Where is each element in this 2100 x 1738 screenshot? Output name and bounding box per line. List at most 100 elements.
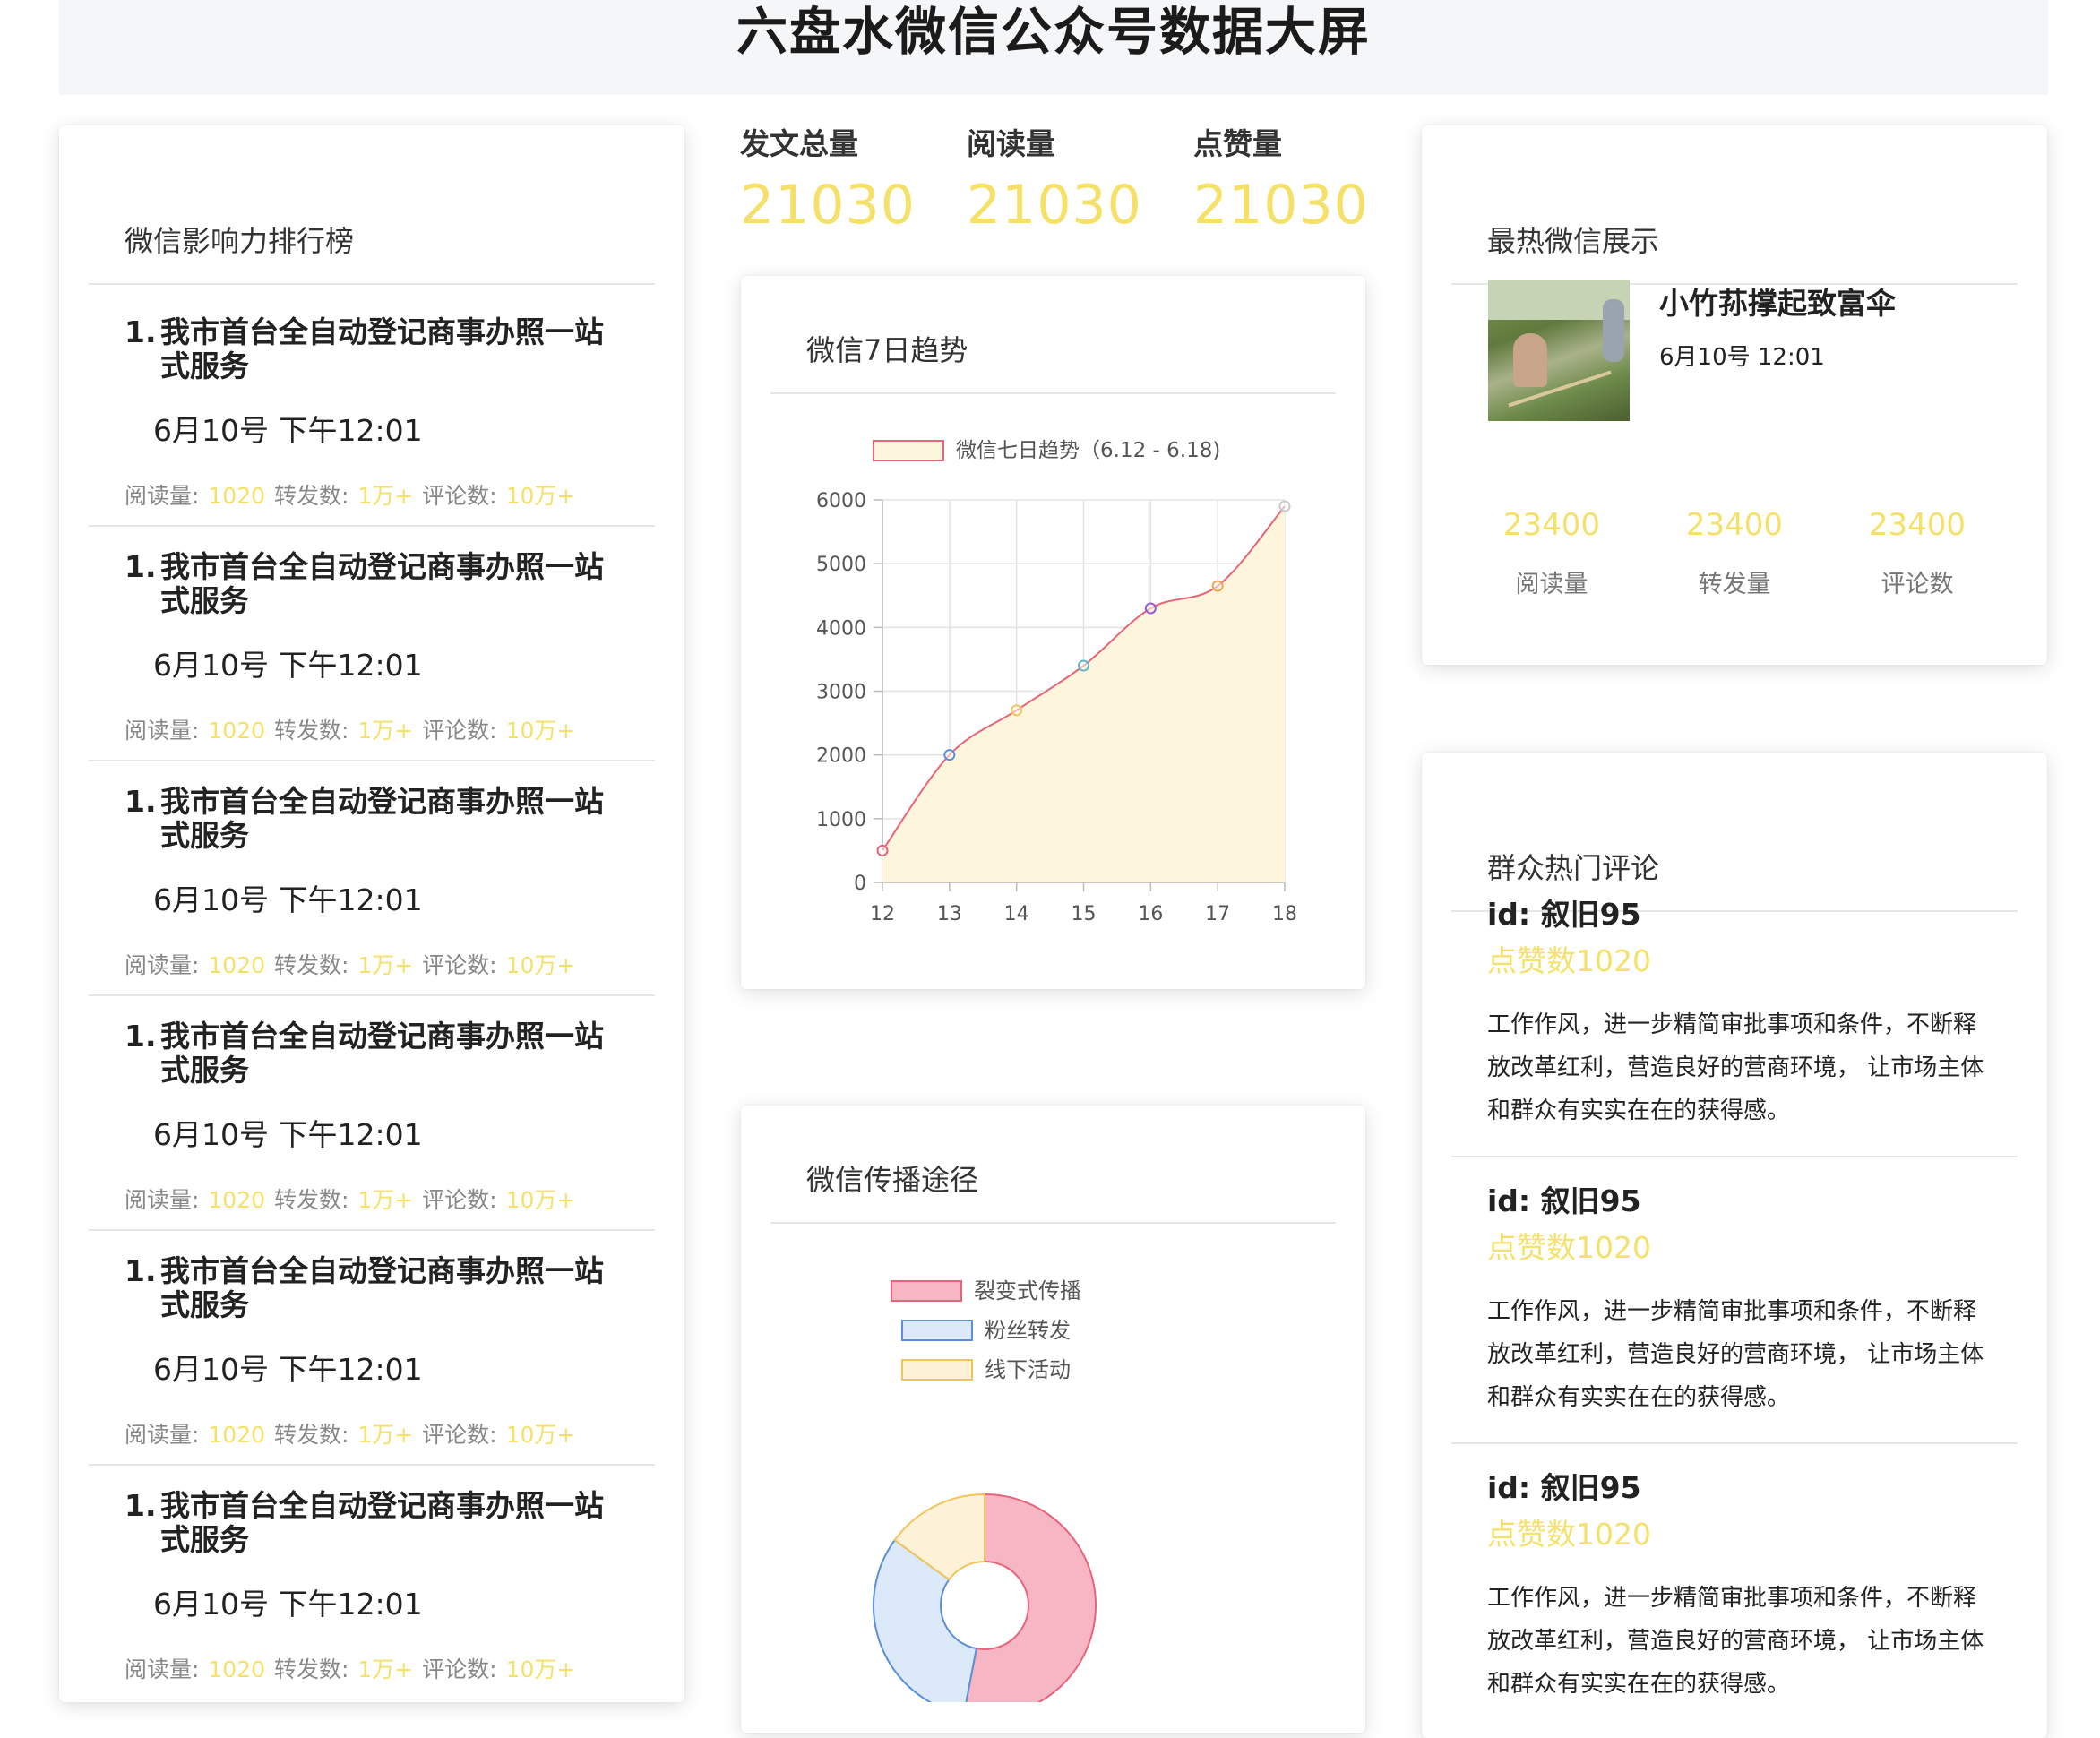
comment-count-value: 10万+: [505, 718, 576, 744]
ranking-list-item[interactable]: 1. 我市首台全自动登记商事办照一站式服务 6月10号 下午12:01 阅读量: 10…: [89, 994, 655, 1231]
y-tick-label: 2000: [816, 745, 866, 768]
share-count-label: 转发数:: [273, 1187, 349, 1213]
read-count-label: 阅读量:: [125, 1187, 200, 1213]
comment-count-label: 评论数:: [422, 1656, 497, 1682]
comment-count-label: 评论数:: [422, 952, 497, 978]
read-count-value: 1020: [208, 1656, 266, 1682]
page-title: 六盘水微信公众号数据大屏: [736, 3, 1371, 62]
ranking-item-headline[interactable]: 我市首台全自动登记商事办照一站式服务: [125, 550, 626, 618]
ranking-item-number: 1.: [125, 549, 157, 584]
read-count-value: 1020: [208, 952, 266, 978]
ranking-item-date: 6月10号 下午12:01: [153, 1117, 423, 1152]
comments-card-header: 群众热门评论: [1451, 753, 2018, 912]
data-point: [943, 749, 956, 761]
share-count-label: 转发数:: [273, 483, 349, 509]
spread-pie-chart: 裂变式传播粉丝转发线下活动: [873, 1278, 1097, 1702]
legend-swatch: [891, 1280, 962, 1302]
ranking-item-headline[interactable]: 我市首台全自动登记商事办照一站式服务: [125, 1254, 626, 1322]
ranking-item-number: 1.: [125, 784, 157, 819]
read-count-value: 1020: [208, 1422, 266, 1448]
read-count-value: 1020: [208, 483, 266, 509]
x-tick-label: 14: [1004, 903, 1029, 925]
comment-count-value: 10万+: [505, 952, 576, 978]
ranking-card: 微信影响力排行榜 1. 我市首台全自动登记商事办照一站式服务 6月10号 下午12:…: [59, 125, 684, 1702]
data-point: [1211, 580, 1224, 592]
hot-stat-label: 评论数: [1881, 571, 1954, 598]
comment-likes: 点赞数1020: [1487, 1230, 1651, 1265]
hot-article-date: 6月10号 12:01: [1659, 344, 1825, 371]
y-tick-label: 0: [854, 873, 866, 895]
chart-legend: 微信七日趋势（6.12 - 6.18): [873, 439, 1220, 462]
ranking-card-header: 微信影响力排行榜: [89, 125, 655, 285]
x-tick-label: 15: [1072, 903, 1097, 925]
stat-value: 21030: [967, 174, 1142, 237]
stat-total-posts: 发文总量 21030: [740, 120, 937, 237]
hot-card-title: 最热微信展示: [1487, 224, 1660, 258]
ranking-item-date: 6月10号 下午12:01: [153, 413, 423, 448]
ranking-item-title[interactable]: 1. 我市首台全自动登记商事办照一站式服务: [125, 1254, 626, 1322]
ranking-item-title[interactable]: 1. 我市首台全自动登记商事办照一站式服务: [125, 550, 626, 618]
pie-legend-item: 线下活动: [901, 1357, 1071, 1382]
data-point: [1278, 500, 1291, 512]
data-point: [876, 844, 889, 856]
spread-card-title: 微信传播途径: [806, 1163, 979, 1197]
y-tick-label: 6000: [816, 490, 866, 512]
y-tick-label: 3000: [816, 682, 866, 704]
ranking-list-item[interactable]: 1. 我市首台全自动登记商事办照一站式服务 6月10号 下午12:01 阅读量: 10…: [89, 1229, 655, 1466]
ranking-item-title[interactable]: 1. 我市首台全自动登记商事办照一站式服务: [125, 315, 626, 383]
legend-swatch: [873, 440, 944, 461]
legend-label: 微信七日趋势（6.12 - 6.18): [956, 439, 1220, 462]
spread-card: 微信传播途径 裂变式传播 粉丝转发 线下活动: [741, 1106, 1365, 1733]
ranking-item-headline[interactable]: 我市首台全自动登记商事办照一站式服务: [125, 1020, 626, 1088]
hot-card-header: 最热微信展示: [1451, 125, 2018, 285]
hot-article-photo[interactable]: [1488, 280, 1630, 421]
read-count-value: 1020: [208, 718, 266, 744]
ranking-item-title[interactable]: 1. 我市首台全自动登记商事办照一站式服务: [125, 1489, 626, 1557]
comment-count-label: 评论数:: [422, 483, 497, 509]
ranking-item-title[interactable]: 1. 我市首台全自动登记商事办照一站式服务: [125, 1020, 626, 1088]
header-bar: 六盘水微信公众号数据大屏: [59, 0, 2048, 95]
ranking-item-number: 1.: [125, 1019, 157, 1054]
share-count-value: 1万+: [357, 718, 414, 744]
comment-text: 工作作风，进一步精简审批事项和条件，不断释放改革红利，营造良好的营商环境， 让市…: [1487, 1298, 1984, 1411]
stat-label: 阅读量: [967, 126, 1055, 161]
comment-user-id: id: 叙旧95: [1487, 897, 1641, 932]
hot-stat-shares: 23400 转发量: [1663, 507, 1806, 599]
share-count-label: 转发数:: [273, 1656, 349, 1682]
x-tick-label: 17: [1205, 903, 1230, 925]
ranking-item-headline[interactable]: 我市首台全自动登记商事办照一站式服务: [125, 785, 626, 853]
y-tick-label: 5000: [816, 554, 866, 576]
comment-count-label: 评论数:: [422, 1422, 497, 1448]
hot-stat-reads: 23400 阅读量: [1480, 507, 1623, 599]
ranking-item-headline[interactable]: 我市首台全自动登记商事办照一站式服务: [125, 1489, 626, 1557]
read-count-value: 1020: [208, 1187, 266, 1213]
ranking-list-item[interactable]: 1. 我市首台全自动登记商事办照一站式服务 6月10号 下午12:01 阅读量: 10…: [89, 290, 655, 527]
spread-card-header: 微信传播途径: [770, 1106, 1336, 1224]
comments-card-title: 群众热门评论: [1487, 851, 1660, 885]
read-count-label: 阅读量:: [125, 718, 200, 744]
ranking-list-item[interactable]: 1. 我市首台全自动登记商事办照一站式服务 6月10号 下午12:01 阅读量: 10…: [89, 760, 655, 996]
ranking-item-title[interactable]: 1. 我市首台全自动登记商事办照一站式服务: [125, 785, 626, 853]
share-count-value: 1万+: [357, 483, 414, 509]
read-count-label: 阅读量:: [125, 952, 200, 978]
ranking-item-metrics: 阅读量: 1020 转发数: 1万+ 评论数: 10万+: [125, 1652, 577, 1684]
comment-count-value: 10万+: [505, 1422, 576, 1448]
comment-likes: 点赞数1020: [1487, 1517, 1651, 1552]
comment-count-label: 评论数:: [422, 1187, 497, 1213]
data-point: [1078, 659, 1089, 672]
ranking-list-item[interactable]: 1. 我市首台全自动登记商事办照一站式服务 6月10号 下午12:01 阅读量: 10…: [89, 1464, 655, 1699]
ranking-item-date: 6月10号 下午12:01: [153, 882, 423, 917]
hot-article-title[interactable]: 小竹荪撑起致富伞: [1659, 280, 1896, 323]
read-count-label: 阅读量:: [125, 1422, 200, 1448]
stat-likes: 点赞量 21030: [1193, 120, 1390, 237]
pie-legend-item: 粉丝转发: [901, 1318, 1071, 1343]
ranking-item-metrics: 阅读量: 1020 转发数: 1万+ 评论数: 10万+: [125, 948, 577, 980]
ranking-item-metrics: 阅读量: 1020 转发数: 1万+ 评论数: 10万+: [125, 1417, 577, 1450]
stat-label: 发文总量: [740, 126, 858, 161]
ranking-list-item[interactable]: 1. 我市首台全自动登记商事办照一站式服务 6月10号 下午12:01 阅读量: 10…: [89, 525, 655, 761]
comment-count-value: 10万+: [505, 1656, 576, 1682]
y-tick-label: 4000: [816, 617, 866, 640]
share-count-value: 1万+: [357, 952, 414, 978]
hot-stat-label: 转发量: [1698, 571, 1771, 598]
ranking-item-headline[interactable]: 我市首台全自动登记商事办照一站式服务: [125, 315, 626, 383]
